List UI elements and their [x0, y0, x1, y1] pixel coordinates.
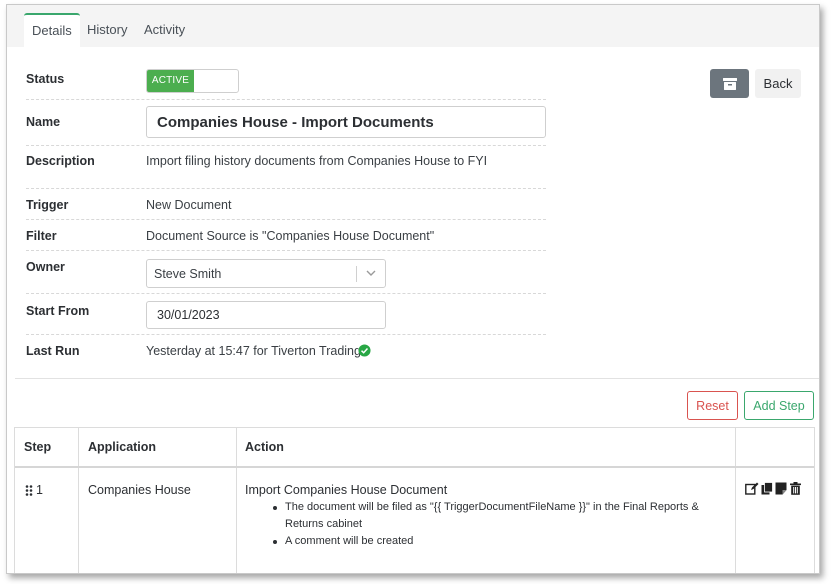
- last-run-label: Last Run: [26, 344, 80, 358]
- back-button[interactable]: Back: [755, 69, 801, 98]
- status-toggle[interactable]: ACTIVE: [146, 69, 239, 93]
- archive-icon: [722, 77, 737, 90]
- divider: [26, 188, 546, 189]
- column-divider: [236, 428, 237, 573]
- header-divider: [15, 466, 814, 468]
- divider: [26, 250, 546, 251]
- tab-details[interactable]: Details: [24, 13, 80, 47]
- action-detail-item: A comment will be created: [261, 533, 701, 550]
- owner-select[interactable]: Steve Smith: [146, 259, 386, 288]
- steps-table: Step Application Action 1 Companies Hous…: [14, 427, 815, 573]
- action-detail-text: The document will be filed as "{{ Trigge…: [285, 501, 699, 513]
- application-cell: Companies House: [88, 483, 191, 497]
- status-label: Status: [26, 72, 65, 86]
- add-step-button[interactable]: Add Step: [744, 391, 814, 420]
- filter-value: Document Source is "Companies House Docu…: [146, 229, 435, 243]
- trash-icon[interactable]: [790, 482, 801, 495]
- name-input[interactable]: [146, 106, 546, 138]
- divider: [26, 145, 546, 146]
- trigger-value: New Document: [146, 198, 232, 212]
- edit-icon[interactable]: [745, 482, 759, 495]
- filter-label: Filter: [26, 229, 57, 243]
- step-number: 1: [36, 483, 43, 497]
- column-header-step: Step: [24, 440, 52, 454]
- column-divider: [78, 428, 79, 573]
- workflow-details-window: Details History Activity Status ACTIVE N…: [6, 4, 820, 574]
- description-label: Description: [26, 154, 95, 168]
- name-label: Name: [26, 115, 61, 129]
- drag-handle-icon[interactable]: [25, 485, 33, 496]
- tab-bar: Details History Activity: [7, 5, 819, 47]
- description-value: Import filing history documents from Com…: [146, 154, 488, 168]
- owner-select-value: Steve Smith: [154, 267, 222, 281]
- tab-history[interactable]: History: [79, 13, 135, 47]
- owner-label: Owner: [26, 260, 65, 274]
- divider: [26, 99, 546, 100]
- action-detail-text: A comment will be created: [285, 535, 414, 547]
- check-circle-icon: [358, 344, 371, 357]
- action-title: Import Companies House Document: [245, 483, 448, 497]
- copy-icon[interactable]: [761, 482, 773, 495]
- note-icon[interactable]: [775, 482, 787, 495]
- archive-button[interactable]: [710, 69, 749, 98]
- row-actions: [745, 482, 805, 496]
- divider: [26, 293, 546, 294]
- chevron-down-icon: [366, 270, 376, 276]
- status-toggle-active: ACTIVE: [147, 70, 194, 92]
- divider: [26, 334, 546, 335]
- action-detail-item: The document will be filed as "{{ Trigge…: [261, 499, 701, 533]
- select-separator: [356, 266, 357, 282]
- action-detail-text: Returns cabinet: [285, 518, 363, 530]
- trigger-label: Trigger: [26, 198, 69, 212]
- column-divider: [735, 428, 736, 573]
- start-from-label: Start From: [26, 304, 90, 318]
- column-header-action: Action: [245, 440, 284, 454]
- column-header-application: Application: [88, 440, 157, 454]
- start-from-input[interactable]: [146, 301, 386, 329]
- divider: [26, 219, 546, 220]
- tab-activity[interactable]: Activity: [136, 13, 193, 47]
- action-details: The document will be filed as "{{ Trigge…: [261, 499, 701, 550]
- last-run-value: Yesterday at 15:47 for Tiverton Trading: [146, 344, 361, 358]
- reset-button[interactable]: Reset: [687, 391, 738, 420]
- section-divider: [15, 378, 819, 379]
